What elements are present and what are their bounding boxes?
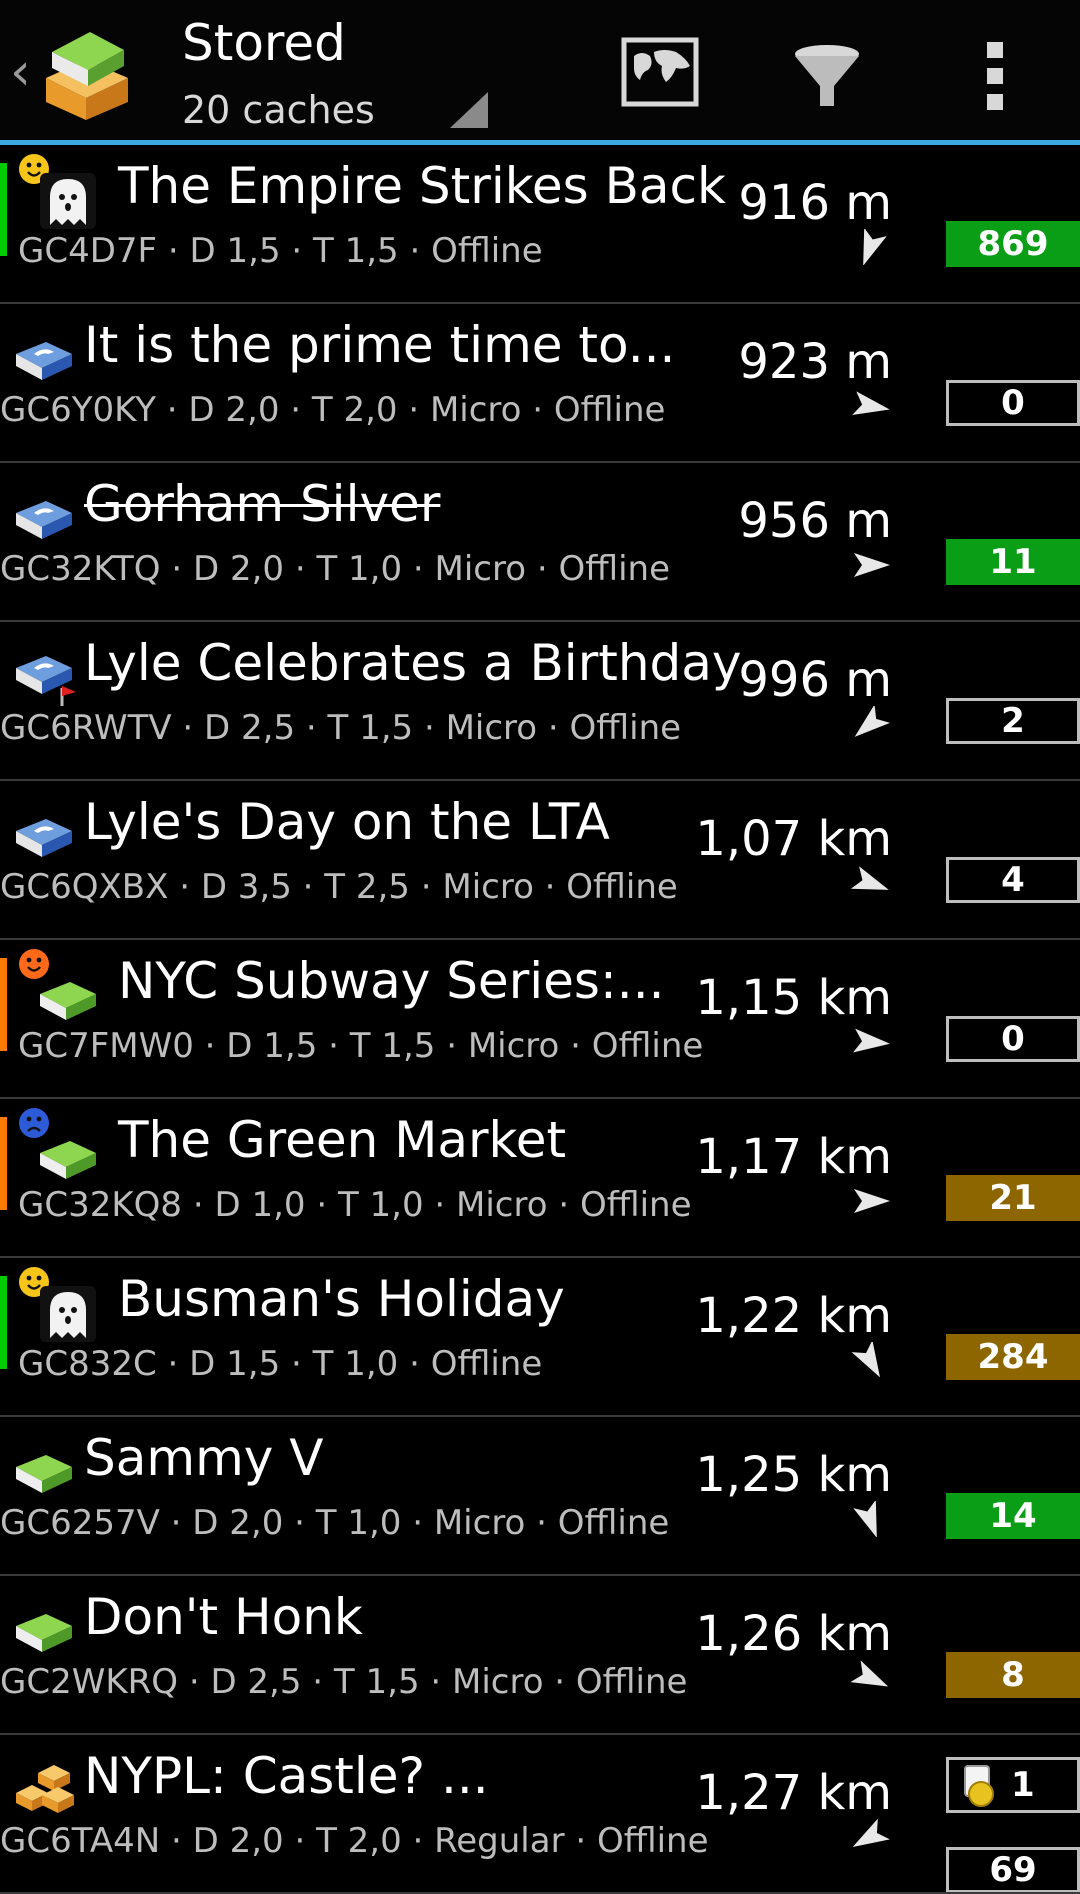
find-count-badge: 21: [946, 1175, 1080, 1221]
direction-arrow-icon: [840, 227, 900, 266]
direction-arrow-icon: [840, 547, 900, 583]
funnel-icon[interactable]: [782, 30, 872, 120]
cache-name: Lyle Celebrates a Birthday: [84, 634, 742, 692]
cache-list-item[interactable]: Busman's Holiday GC832C · D 1,5 · T 1,0 ·…: [0, 1258, 1080, 1417]
cache-list-item[interactable]: Sammy V GC6257V · D 2,0 · T 1,0 · Micro ·…: [0, 1417, 1080, 1576]
cache-name: The Green Market: [118, 1111, 567, 1169]
cache-distance: 1,27 km: [695, 1765, 892, 1821]
cache-info: GC6257V · D 2,0 · T 1,0 · Micro · Offlin…: [0, 1503, 670, 1543]
find-count-badge: 0: [946, 380, 1080, 426]
cache-list[interactable]: The Empire Strikes Back GC4D7F · D 1,5 · …: [0, 145, 1080, 1894]
cache-name: NYPL: Castle? ...: [84, 1747, 489, 1805]
direction-arrow-icon: [840, 388, 900, 424]
cache-info: GC6TA4N · D 2,0 · T 2,0 · Regular · Offl…: [0, 1821, 709, 1861]
mystery-box-icon: [12, 324, 76, 388]
cache-info: GC6RWTV · D 2,5 · T 1,5 · Micro · Offlin…: [0, 708, 682, 748]
cache-name: Lyle's Day on the LTA: [84, 793, 610, 851]
find-count-badge: 2: [946, 698, 1080, 744]
cache-info: GC32KQ8 · D 1,0 · T 1,0 · Micro · Offlin…: [18, 1185, 692, 1225]
chevron-left-icon[interactable]: ‹: [10, 46, 31, 98]
direction-arrow-icon: [840, 1818, 900, 1855]
find-count-badge: 0: [946, 1016, 1080, 1062]
cache-list-item[interactable]: NYPL: Castle? ... GC6TA4N · D 2,0 · T 2,0…: [0, 1735, 1080, 1894]
direction-arrow-icon: [840, 1499, 900, 1538]
cache-info: GC2WKRQ · D 2,5 · T 1,5 · Micro · Offlin…: [0, 1662, 688, 1702]
cgeo-box-icon[interactable]: [38, 26, 134, 122]
direction-arrow-icon: [840, 1340, 900, 1378]
traditional-box-icon: [36, 1123, 100, 1187]
find-count-badge: 69: [946, 1847, 1080, 1892]
cache-distance: 1,26 km: [695, 1606, 892, 1662]
cache-distance: 1,17 km: [695, 1129, 892, 1185]
mystery-box-icon: [12, 483, 76, 547]
cache-count-subtitle[interactable]: 20 caches: [182, 88, 375, 132]
status-stripe: [0, 1117, 7, 1210]
cache-list-item[interactable]: Lyle's Day on the LTA GC6QXBX · D 3,5 · T…: [0, 781, 1080, 940]
cache-info: GC7FMW0 · D 1,5 · T 1,5 · Micro · Offlin…: [18, 1026, 704, 1066]
cache-name: It is the prime time to...: [84, 316, 676, 374]
cache-list-item[interactable]: Gorham Silver GC32KTQ · D 2,0 · T 1,0 · M…: [0, 463, 1080, 622]
world-map-icon[interactable]: [616, 30, 706, 120]
cache-name: Sammy V: [84, 1429, 324, 1487]
direction-arrow-icon: [840, 865, 900, 901]
more-vert-icon[interactable]: [950, 30, 1040, 120]
traditional-box-icon: [12, 1437, 76, 1501]
trackable-count: 1: [1011, 1765, 1035, 1805]
traditional-box-icon: [12, 1596, 76, 1660]
cache-distance: 996 m: [738, 652, 892, 708]
find-count-badge: 284: [946, 1334, 1080, 1380]
cache-name: Busman's Holiday: [118, 1270, 565, 1328]
status-stripe: [0, 163, 7, 256]
cache-info: GC32KTQ · D 2,0 · T 1,0 · Micro · Offlin…: [0, 549, 670, 589]
cache-name: Gorham Silver: [84, 475, 441, 533]
trackable-count-badge: 1: [946, 1757, 1080, 1813]
cache-info: GC832C · D 1,5 · T 1,0 · Offline: [18, 1344, 543, 1384]
spinner-triangle-icon[interactable]: [450, 92, 488, 128]
mystery-box-icon: [12, 801, 76, 865]
cache-info: GC4D7F · D 1,5 · T 1,5 · Offline: [18, 231, 543, 271]
trackable-coin-icon: [964, 1765, 994, 1807]
status-stripe: [0, 1276, 7, 1369]
page-title: Stored: [182, 14, 346, 72]
ghost-icon: [36, 169, 100, 233]
find-count-badge: 14: [946, 1493, 1080, 1539]
find-count-badge: 11: [946, 539, 1080, 585]
direction-arrow-icon: [840, 704, 900, 742]
cache-info: GC6Y0KY · D 2,0 · T 2,0 · Micro · Offlin…: [0, 390, 666, 430]
cache-list-item[interactable]: Lyle Celebrates a Birthday GC6RWTV · D 2,…: [0, 622, 1080, 781]
find-count-badge: 8: [946, 1652, 1080, 1698]
mystery-box-flag-icon: [12, 642, 76, 706]
cache-name: The Empire Strikes Back: [118, 157, 726, 215]
cache-list-item[interactable]: Don't Honk GC2WKRQ · D 2,5 · T 1,5 · Micr…: [0, 1576, 1080, 1735]
action-bar: ‹ Stored 20 caches: [0, 0, 1080, 145]
cache-list-item[interactable]: The Empire Strikes Back GC4D7F · D 1,5 · …: [0, 145, 1080, 304]
direction-arrow-icon: [840, 1183, 900, 1219]
cache-name: NYC Subway Series:...: [118, 952, 665, 1010]
status-stripe: [0, 958, 7, 1051]
direction-arrow-icon: [840, 1024, 900, 1060]
cache-name: Don't Honk: [84, 1588, 363, 1646]
cache-list-item[interactable]: NYC Subway Series:... GC7FMW0 · D 1,5 · T…: [0, 940, 1080, 1099]
find-count-badge: 869: [946, 221, 1080, 267]
cache-distance: 956 m: [738, 493, 892, 549]
cache-distance: 1,15 km: [695, 970, 892, 1026]
cache-distance: 923 m: [738, 334, 892, 390]
ghost-icon: [36, 1282, 100, 1346]
cache-list-item[interactable]: It is the prime time to... GC6Y0KY · D 2,…: [0, 304, 1080, 463]
cache-distance: 1,25 km: [695, 1447, 892, 1503]
cache-list-item[interactable]: The Green Market GC32KQ8 · D 1,0 · T 1,0 …: [0, 1099, 1080, 1258]
traditional-box-icon: [36, 964, 100, 1028]
cache-distance: 1,22 km: [695, 1288, 892, 1344]
multi-box-icon: [12, 1755, 76, 1819]
direction-arrow-icon: [840, 1660, 900, 1696]
cache-distance: 1,07 km: [695, 811, 892, 867]
cache-info: GC6QXBX · D 3,5 · T 2,5 · Micro · Offlin…: [0, 867, 678, 907]
cache-distance: 916 m: [738, 175, 892, 231]
find-count-badge: 4: [946, 857, 1080, 903]
